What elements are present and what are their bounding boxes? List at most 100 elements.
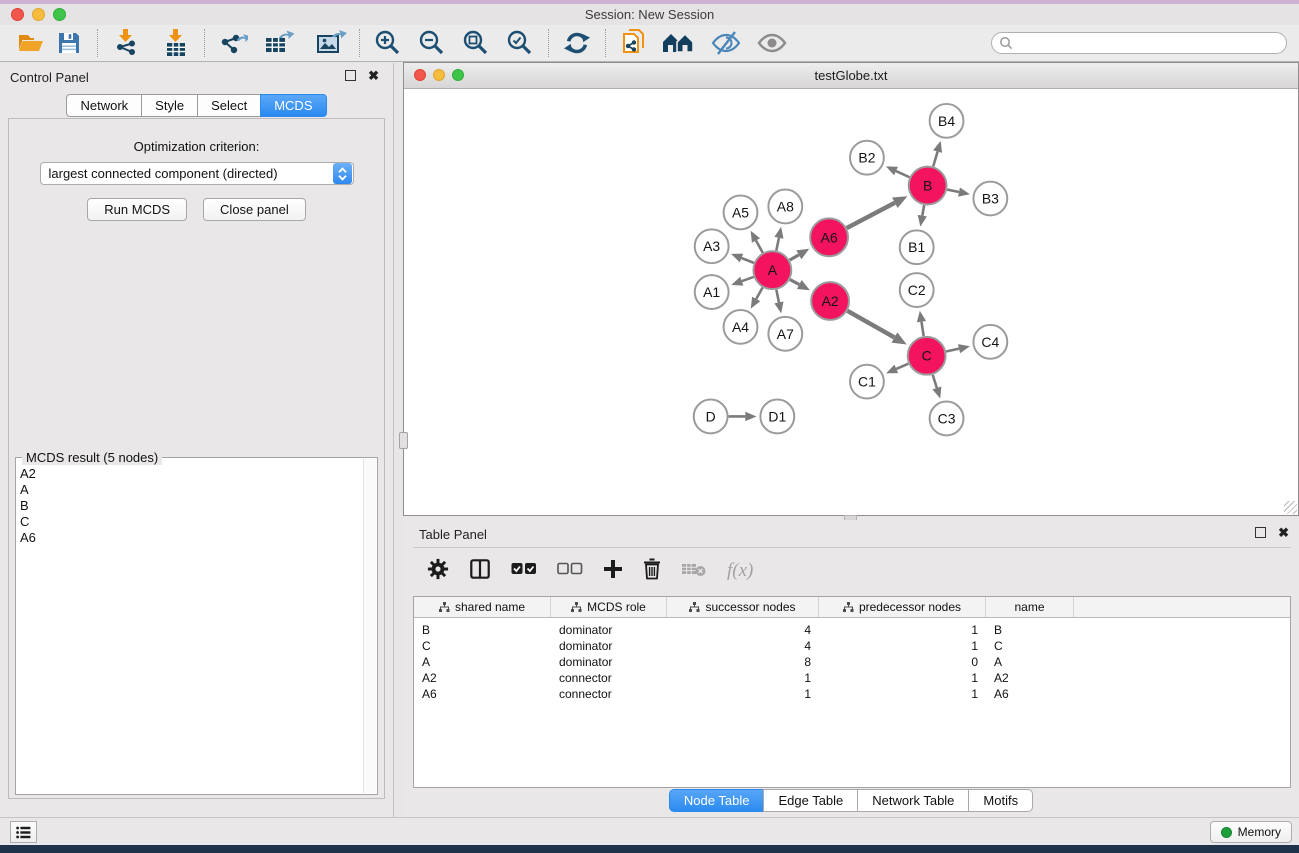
graph-edge-A-A4[interactable] [756,288,762,299]
graph-edge-A-A3[interactable] [741,258,753,263]
column-header-name[interactable]: name [986,597,1074,617]
float-panel-icon[interactable] [345,70,356,81]
close-window-button[interactable] [11,8,24,21]
table-row[interactable]: B dominator 4 1 B [414,622,1290,638]
graph-node-C3[interactable]: C3 [930,402,964,436]
show-all-houses-icon[interactable] [659,27,697,59]
graph-edge-B-B1[interactable] [922,205,924,216]
graph-node-A[interactable]: A [753,251,791,289]
graph-node-D[interactable]: D [694,400,728,434]
graph-edge-A-A5[interactable] [756,240,763,252]
splitter-handle-vertical[interactable] [399,432,408,449]
result-scrollbar[interactable] [363,459,376,793]
graph-node-A5[interactable]: A5 [724,196,758,230]
zoom-selected-icon[interactable] [501,27,539,59]
graph-node-B4[interactable]: B4 [930,104,964,138]
table-settings-gear-icon[interactable] [427,558,449,585]
column-header-shared-name[interactable]: shared name [414,597,551,617]
close-panel-button[interactable]: Close panel [203,198,306,221]
graph-node-B2[interactable]: B2 [850,141,884,175]
tab-network[interactable]: Network [66,94,141,117]
graph-node-C1[interactable]: C1 [850,365,884,399]
import-table-icon[interactable] [157,27,195,59]
export-network-icon[interactable] [214,27,252,59]
table-row[interactable]: A dominator 8 0 A [414,654,1290,670]
tab-mcds[interactable]: MCDS [260,94,326,117]
column-header-mcds-role[interactable]: MCDS role [551,597,667,617]
graph-node-A1[interactable]: A1 [695,275,729,309]
refresh-icon[interactable] [558,27,596,59]
table-row[interactable]: A2 connector 1 1 A2 [414,670,1290,686]
graph-edge-A-A2[interactable] [790,280,799,285]
close-network-window-button[interactable] [414,69,426,81]
graph-node-A7[interactable]: A7 [768,317,802,351]
network-window-titlebar[interactable]: testGlobe.txt [404,63,1298,89]
graph-edge-C-C1[interactable] [896,364,908,369]
import-network-icon[interactable] [107,27,145,59]
minimize-window-button[interactable] [32,8,45,21]
graph-edge-A-A7[interactable] [776,290,779,303]
graph-edge-B-B2[interactable] [896,171,910,177]
zoom-out-icon[interactable] [413,27,451,59]
show-eye-icon[interactable] [753,27,791,59]
zoom-in-icon[interactable] [369,27,407,59]
open-file-icon[interactable] [12,27,50,59]
graph-node-D1[interactable]: D1 [760,400,794,434]
network-canvas[interactable]: B4B2BB3A8A5A6A3B1AC2A1A2A4A7C4CC1C3DD1 [404,90,1298,515]
column-header-successor-nodes[interactable]: successor nodes [667,597,819,617]
zoom-network-window-button[interactable] [452,69,464,81]
memory-button[interactable]: Memory [1210,821,1292,843]
zoom-fit-icon[interactable] [457,27,495,59]
hide-selected-eye-slash-icon[interactable] [707,27,745,59]
graph-edge-A-A6[interactable] [790,255,799,260]
list-item[interactable]: A6 [20,530,361,546]
list-item[interactable]: B [20,498,361,514]
graph-edge-C-C2[interactable] [921,322,923,336]
run-mcds-button[interactable]: Run MCDS [87,198,187,221]
graph-edge-B-B4[interactable] [933,152,937,167]
graph-node-B[interactable]: B [909,167,947,205]
close-panel-icon[interactable]: ✖ [368,70,379,81]
select-all-columns-icon[interactable] [511,561,537,582]
table-row[interactable]: A6 connector 1 1 A6 [414,686,1290,702]
create-column-plus-icon[interactable] [603,559,623,584]
save-session-icon[interactable] [50,27,88,59]
delete-columns-trash-icon[interactable] [643,558,661,585]
graph-node-C[interactable]: C [908,337,946,375]
graph-node-A2[interactable]: A2 [811,282,849,320]
tab-edge-table[interactable]: Edge Table [763,789,857,812]
zoom-window-button[interactable] [53,8,66,21]
minimize-network-window-button[interactable] [433,69,445,81]
tab-select[interactable]: Select [197,94,260,117]
tab-network-table[interactable]: Network Table [857,789,968,812]
show-columns-icon[interactable] [469,558,491,585]
float-panel-icon[interactable] [1255,527,1266,538]
tab-style[interactable]: Style [141,94,197,117]
mcds-result-list[interactable]: A2 A B C A6 [20,466,361,790]
graph-edge-A-A8[interactable] [776,238,779,251]
list-item[interactable]: A2 [20,466,361,482]
new-network-from-selection-icon[interactable] [615,27,653,59]
list-item[interactable]: A [20,482,361,498]
criterion-dropdown[interactable]: largest connected component (directed) [40,162,354,185]
unselect-all-columns-icon[interactable] [557,561,583,582]
export-table-icon[interactable] [260,27,298,59]
export-image-icon[interactable] [312,27,350,59]
graph-edge-A-A1[interactable] [742,277,754,281]
list-item[interactable]: C [20,514,361,530]
search-box[interactable] [991,32,1287,54]
graph-node-A4[interactable]: A4 [724,310,758,344]
tab-node-table[interactable]: Node Table [669,789,764,812]
graph-edge-A6-B[interactable] [847,203,895,228]
graph-edge-C-C4[interactable] [946,349,959,352]
graph-node-B3[interactable]: B3 [973,182,1007,216]
task-history-button[interactable] [10,821,37,843]
column-header-predecessor-nodes[interactable]: predecessor nodes [819,597,986,617]
graph-node-A6[interactable]: A6 [810,218,848,256]
search-input[interactable] [1013,36,1279,50]
graph-node-A8[interactable]: A8 [768,190,802,224]
window-resize-grip[interactable] [1284,501,1297,514]
table-row[interactable]: C dominator 4 1 C [414,638,1290,654]
tab-motifs[interactable]: Motifs [968,789,1033,812]
graph-node-C4[interactable]: C4 [973,325,1007,359]
